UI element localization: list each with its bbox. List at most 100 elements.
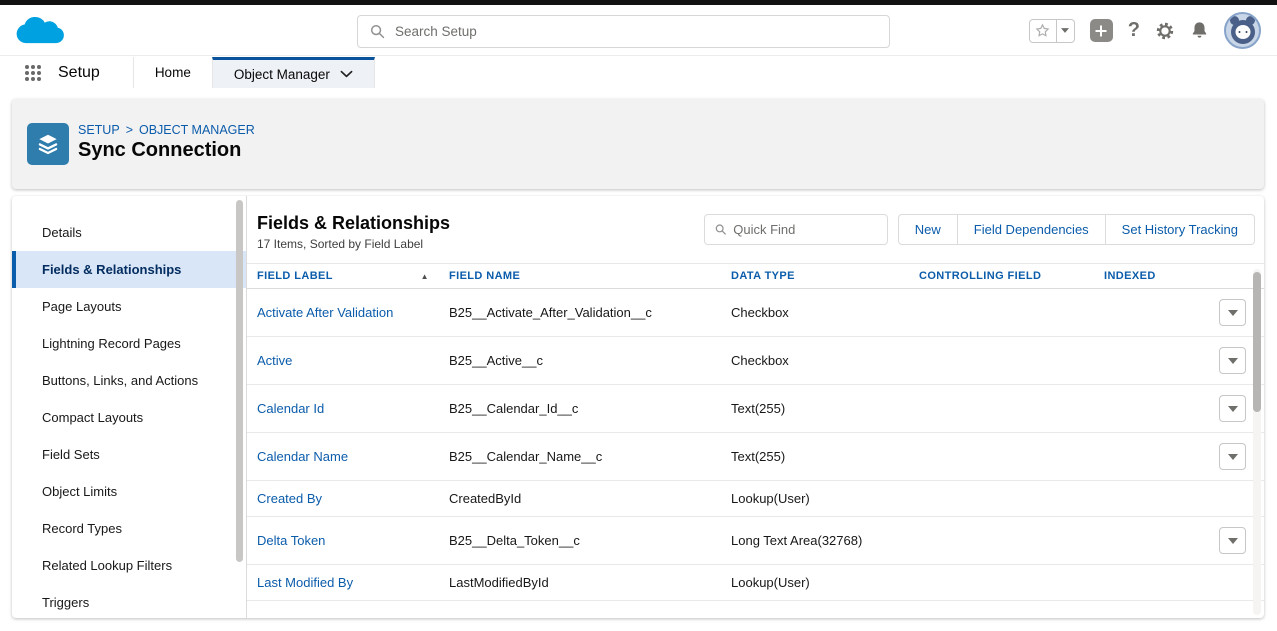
data-type-cell: Checkbox <box>731 305 919 320</box>
sidebar-item-label: Object Limits <box>42 484 117 499</box>
sidebar-item-label: Page Layouts <box>42 299 122 314</box>
setup-nav-bar: Setup Home Object Manager <box>0 57 1277 88</box>
column-header-controlling-field[interactable]: CONTROLLING FIELD <box>919 270 1104 282</box>
field-label-link[interactable]: Delta Token <box>257 533 325 548</box>
sidebar-item-buttons-links-and-actions[interactable]: Buttons, Links, and Actions <box>12 362 246 399</box>
breadcrumb-setup-link[interactable]: SETUP <box>78 123 120 137</box>
row-menu-button[interactable] <box>1219 347 1246 374</box>
tab-object-manager[interactable]: Object Manager <box>212 57 375 88</box>
add-plus-icon[interactable] <box>1090 19 1113 42</box>
sidebar-item-field-sets[interactable]: Field Sets <box>12 436 246 473</box>
quick-find <box>704 214 888 245</box>
new-button[interactable]: New <box>898 214 958 245</box>
breadcrumb: SETUP > OBJECT MANAGER <box>78 123 255 137</box>
sidebar-item-label: Fields & Relationships <box>42 262 181 277</box>
list-title: Fields & Relationships <box>257 212 450 234</box>
field-label-link[interactable]: Calendar Name <box>257 449 348 464</box>
global-search <box>357 15 890 48</box>
setup-gear-icon[interactable] <box>1155 21 1175 41</box>
field-label-link[interactable]: Activate After Validation <box>257 305 393 320</box>
sidebar-scrollbar[interactable] <box>236 200 243 562</box>
field-label-cell: Active <box>257 353 449 368</box>
table-row: Calendar Name B25__Calendar_Name__c Text… <box>247 433 1264 481</box>
help-question-icon[interactable]: ? <box>1128 19 1140 42</box>
field-label-cell: Calendar Name <box>257 449 449 464</box>
sidebar-item-object-limits[interactable]: Object Limits <box>12 473 246 510</box>
row-menu-button[interactable] <box>1219 527 1246 554</box>
notifications-bell-icon[interactable] <box>1190 21 1209 40</box>
data-type-cell: Lookup(User) <box>731 575 919 590</box>
salesforce-cloud-logo <box>13 11 69 51</box>
search-icon <box>715 223 727 236</box>
sidebar-item-related-lookup-filters[interactable]: Related Lookup Filters <box>12 547 246 584</box>
list-button-group: New Field Dependencies Set History Track… <box>898 214 1255 245</box>
column-header-indexed[interactable]: INDEXED <box>1104 270 1200 282</box>
sidebar-item-label: Related Lookup Filters <box>42 558 172 573</box>
favorites-star-icon[interactable] <box>1029 19 1057 43</box>
table-row: Delta Token B25__Delta_Token__c Long Tex… <box>247 517 1264 565</box>
caret-down-icon <box>1228 406 1238 412</box>
row-menu-button[interactable] <box>1219 395 1246 422</box>
row-menu-button[interactable] <box>1219 299 1246 326</box>
sidebar-item-page-layouts[interactable]: Page Layouts <box>12 288 246 325</box>
global-search-input[interactable] <box>395 24 877 39</box>
chevron-down-icon <box>340 70 353 78</box>
sidebar-item-label: Triggers <box>42 595 89 610</box>
sidebar-item-record-types[interactable]: Record Types <box>12 510 246 547</box>
fields-table-body: Activate After Validation B25__Activate_… <box>247 289 1264 601</box>
quick-find-input[interactable] <box>733 222 876 237</box>
sidebar-item-label: Lightning Record Pages <box>42 336 181 351</box>
column-header-field-label[interactable]: FIELD LABEL ▲ <box>257 270 449 282</box>
sidebar-item-label: Record Types <box>42 521 122 536</box>
sidebar-item-fields-relationships[interactable]: Fields & Relationships <box>12 251 246 288</box>
column-header-field-name[interactable]: FIELD NAME <box>449 270 731 282</box>
fields-table-header: FIELD LABEL ▲ FIELD NAME DATA TYPE CONTR… <box>247 263 1264 289</box>
tab-home[interactable]: Home <box>133 57 212 88</box>
sidebar-item-details[interactable]: Details <box>12 214 246 251</box>
caret-down-icon <box>1228 454 1238 460</box>
field-label-cell: Last Modified By <box>257 575 449 590</box>
page-title: Sync Connection <box>78 139 241 162</box>
fields-table: FIELD LABEL ▲ FIELD NAME DATA TYPE CONTR… <box>247 263 1264 601</box>
object-sidebar: Details Fields & Relationships Page Layo… <box>12 196 247 618</box>
list-subtitle: 17 Items, Sorted by Field Label <box>257 237 450 251</box>
table-row: Calendar Id B25__Calendar_Id__c Text(255… <box>247 385 1264 433</box>
app-name-label: Setup <box>58 64 100 82</box>
sidebar-item-label: Buttons, Links, and Actions <box>42 373 198 388</box>
salesforce-setup-screen: ? Setup <box>0 0 1277 631</box>
nav-tabs: Home Object Manager <box>133 57 375 88</box>
breadcrumb-object-manager-link[interactable]: OBJECT MANAGER <box>139 123 255 137</box>
header-actions: ? <box>1029 5 1261 56</box>
table-scrollbar-track[interactable] <box>1253 269 1261 615</box>
sidebar-nav-list: Details Fields & Relationships Page Layo… <box>12 214 246 618</box>
sidebar-item-lightning-record-pages[interactable]: Lightning Record Pages <box>12 325 246 362</box>
set-history-tracking-button[interactable]: Set History Tracking <box>1105 214 1255 245</box>
field-name-cell: B25__Activate_After_Validation__c <box>449 305 731 320</box>
field-label-cell: Delta Token <box>257 533 449 548</box>
search-icon <box>370 24 385 39</box>
field-name-cell: B25__Calendar_Name__c <box>449 449 731 464</box>
column-header-data-type[interactable]: DATA TYPE <box>731 270 919 282</box>
caret-down-icon <box>1228 358 1238 364</box>
fields-relationships-panel: Fields & Relationships 17 Items, Sorted … <box>247 196 1264 618</box>
field-dependencies-button[interactable]: Field Dependencies <box>957 214 1106 245</box>
caret-down-icon <box>1228 538 1238 544</box>
user-avatar[interactable] <box>1224 12 1261 49</box>
table-row: Created By CreatedById Lookup(User) <box>247 481 1264 517</box>
field-label-link[interactable]: Active <box>257 353 292 368</box>
data-type-cell: Lookup(User) <box>731 491 919 506</box>
sidebar-item-compact-layouts[interactable]: Compact Layouts <box>12 399 246 436</box>
data-type-cell: Text(255) <box>731 449 919 464</box>
field-label-link[interactable]: Last Modified By <box>257 575 353 590</box>
field-label-link[interactable]: Created By <box>257 491 322 506</box>
app-launcher-waffle-icon[interactable] <box>25 65 41 81</box>
field-name-cell: B25__Delta_Token__c <box>449 533 731 548</box>
sidebar-item-triggers[interactable]: Triggers <box>12 584 246 618</box>
table-scrollbar-thumb[interactable] <box>1253 272 1261 412</box>
data-type-cell: Text(255) <box>731 401 919 416</box>
field-name-cell: CreatedById <box>449 491 731 506</box>
favorites-caret-icon[interactable] <box>1057 19 1075 43</box>
field-label-link[interactable]: Calendar Id <box>257 401 324 416</box>
row-menu-button[interactable] <box>1219 443 1246 470</box>
list-header: Fields & Relationships 17 Items, Sorted … <box>247 196 1264 251</box>
